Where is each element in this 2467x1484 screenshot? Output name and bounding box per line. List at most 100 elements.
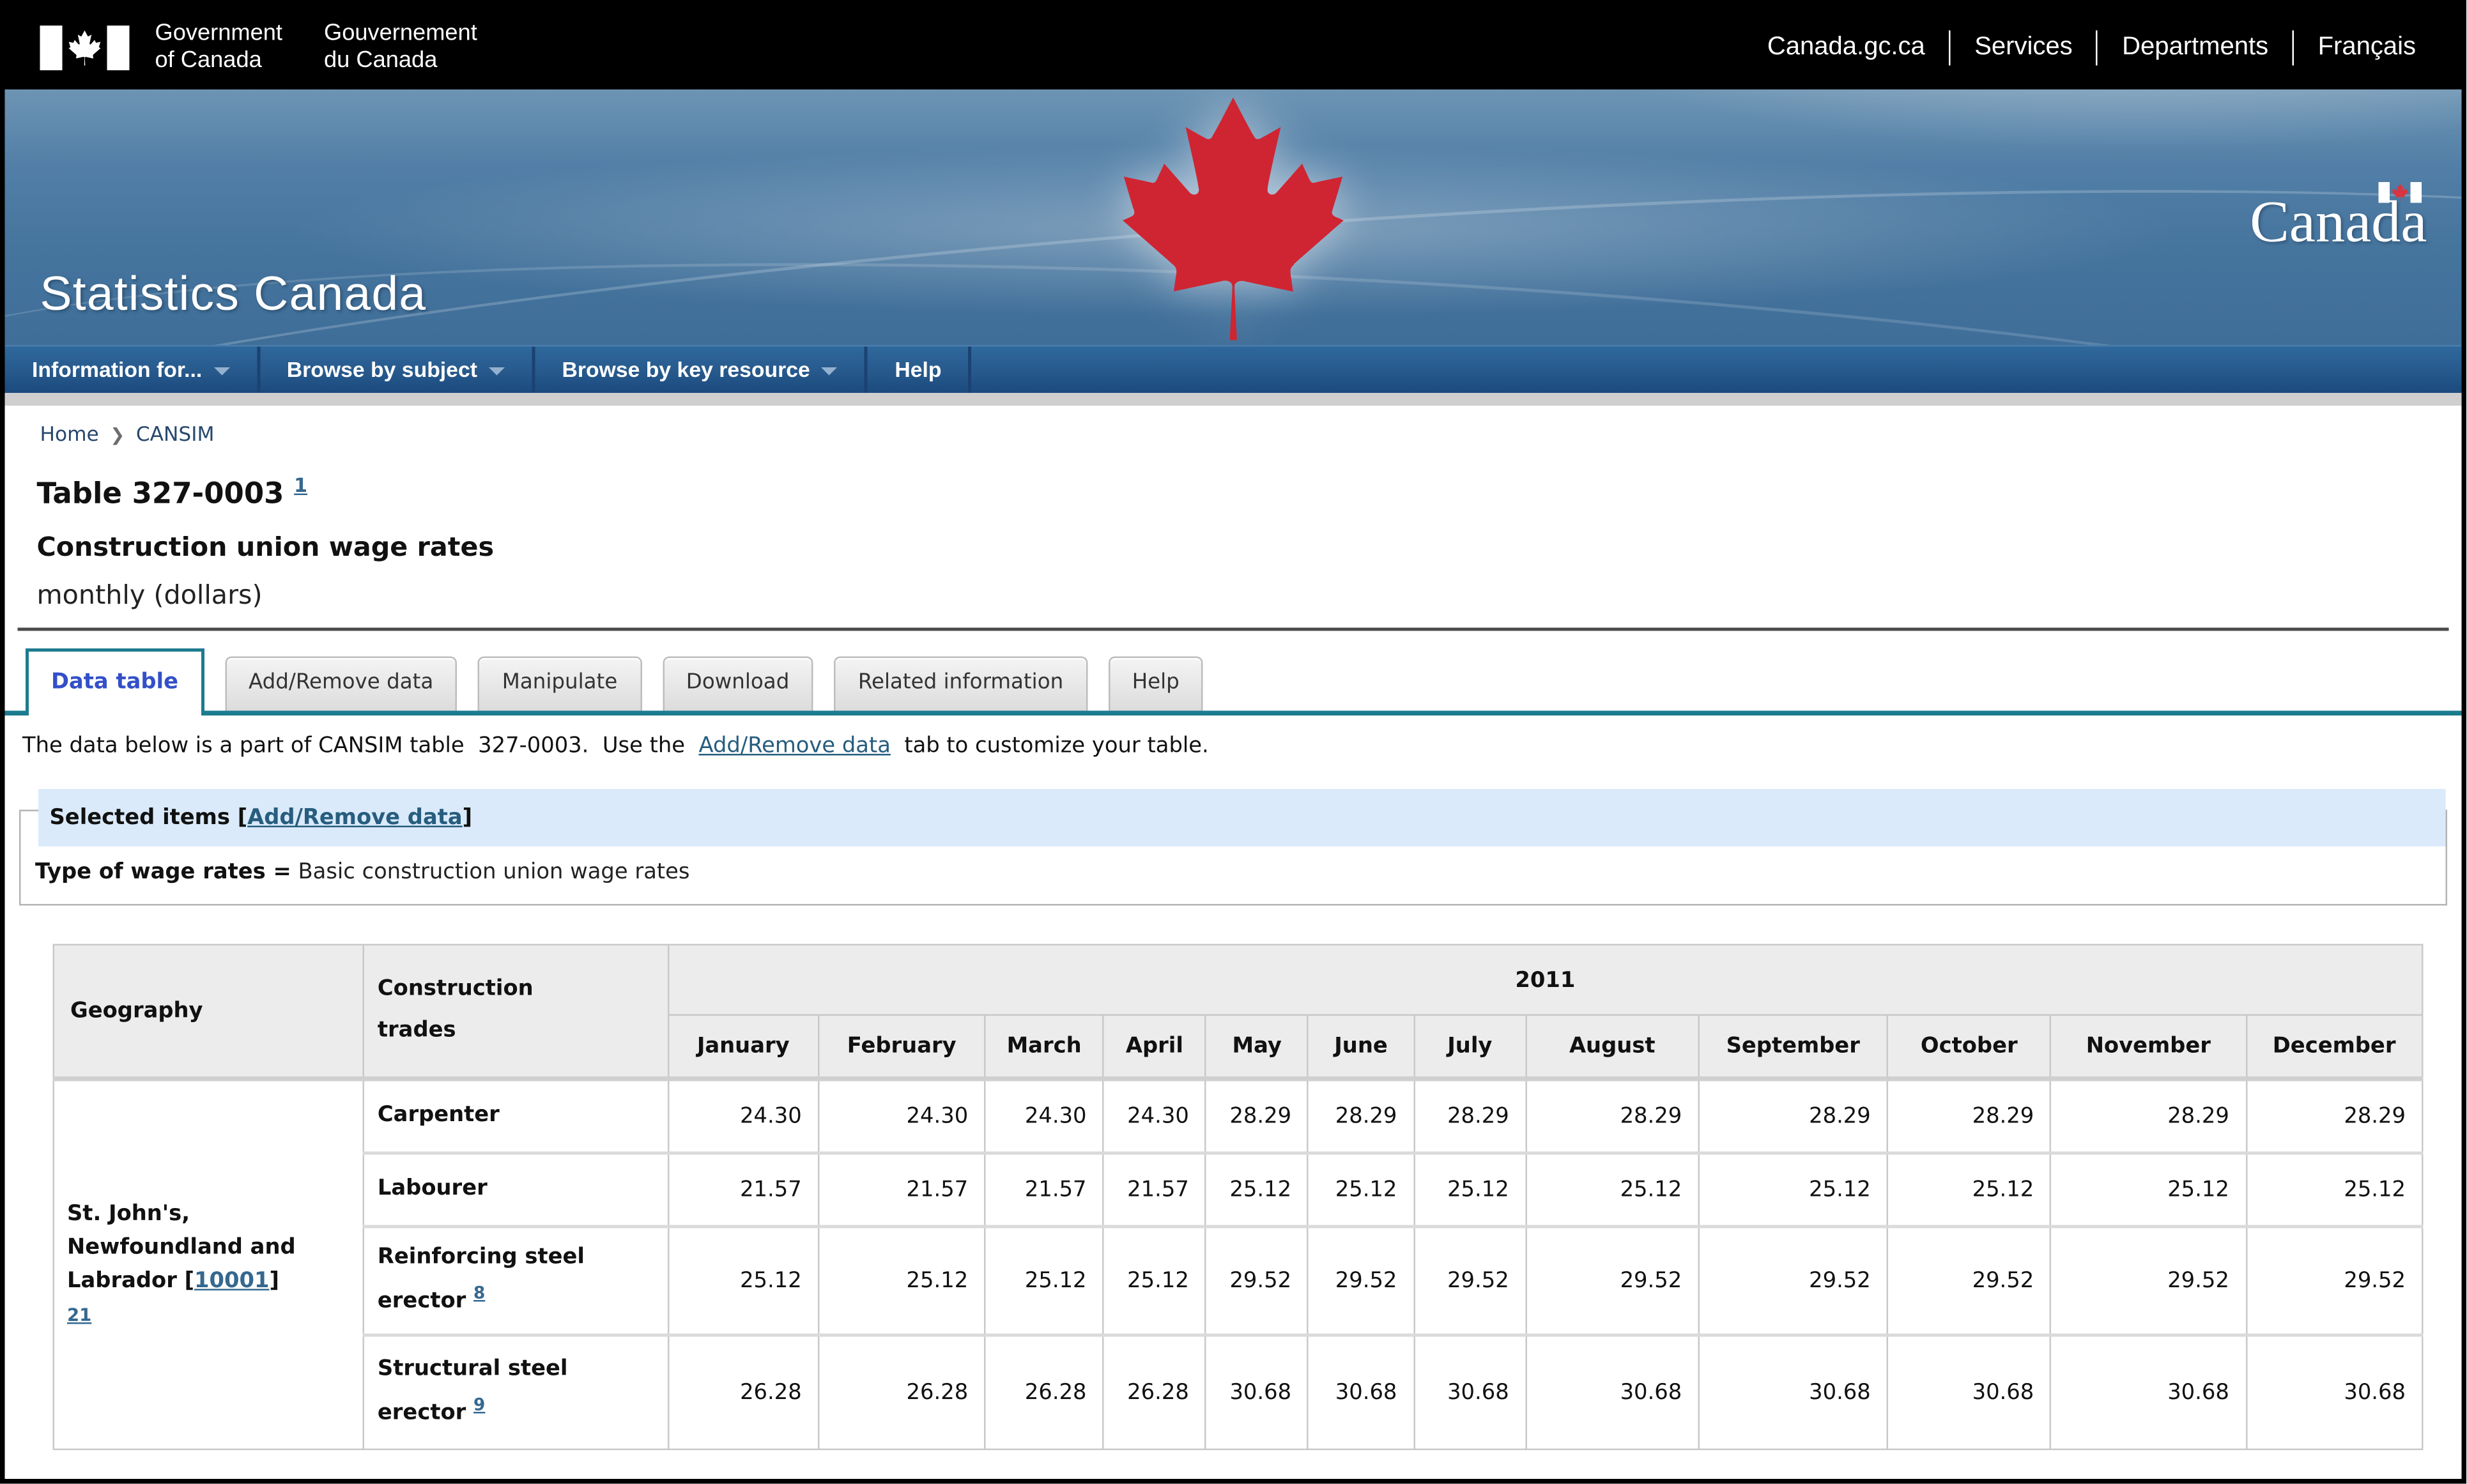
wage-value-cell: 26.28	[1103, 1335, 1206, 1450]
month-header: February	[818, 1015, 985, 1079]
wage-value-cell: 24.30	[985, 1079, 1103, 1152]
geography-code-link[interactable]: 10001	[194, 1268, 269, 1294]
year-header: 2011	[668, 945, 2423, 1015]
tab-data-table[interactable]: Data table	[26, 648, 204, 715]
wage-value-cell: 28.29	[1308, 1079, 1413, 1152]
gov-links: Canada.gc.ca Services Departments França…	[1743, 29, 2440, 65]
wage-value-cell: 29.52	[1414, 1226, 1526, 1335]
tab-download[interactable]: Download	[662, 657, 813, 711]
filter-value: Basic construction union wage rates	[291, 859, 690, 885]
selected-items-box: Selected items [Add/Remove data] Type of…	[19, 810, 2448, 906]
wordmark-flag-bar	[2379, 182, 2390, 203]
table-footnote-link[interactable]: 1	[294, 475, 307, 497]
dropdown-arrow-icon	[821, 367, 837, 376]
wage-value-cell: 28.29	[1206, 1079, 1308, 1152]
link-departments[interactable]: Departments	[2096, 29, 2292, 65]
wordmark-flag-leaf-icon	[2390, 182, 2411, 203]
wage-value-cell: 29.52	[1526, 1226, 1699, 1335]
trade-footnote-link[interactable]: 8	[473, 1283, 485, 1303]
canada-flag-icon	[40, 25, 130, 70]
wage-type-filter: Type of wage rates = Basic construction …	[35, 859, 2446, 885]
wage-value-cell: 21.57	[818, 1152, 985, 1226]
wage-value-cell: 29.52	[1698, 1226, 1887, 1335]
nav-item-label: Browse by key resource	[562, 358, 810, 382]
tab-add-remove-data[interactable]: Add/Remove data	[224, 657, 457, 711]
nav-browse-by-key-resource[interactable]: Browse by key resource	[535, 347, 868, 394]
wage-value-cell: 29.52	[1887, 1226, 2050, 1335]
tab-related-information[interactable]: Related information	[834, 657, 1087, 711]
site-title: Statistics Canada	[40, 268, 427, 323]
tab-bar: Data table Add/Remove data Manipulate Do…	[5, 648, 2463, 715]
table-number-heading: Table 327-0003 1	[37, 470, 2463, 511]
tab-help[interactable]: Help	[1108, 657, 1203, 711]
dropdown-arrow-icon	[213, 367, 229, 376]
nav-help[interactable]: Help	[868, 347, 972, 394]
tab-manipulate[interactable]: Manipulate	[478, 657, 642, 711]
nav-information-for[interactable]: Information for...	[5, 347, 260, 394]
wage-value-cell: 25.12	[1206, 1152, 1308, 1226]
geography-cell: St. John's, Newfoundland and Labrador [1…	[54, 1079, 364, 1450]
intro-after: tab to customize your table.	[891, 733, 1209, 759]
trade-cell: Labourer	[364, 1152, 668, 1226]
month-header: October	[1887, 1015, 2050, 1079]
wage-value-cell: 29.52	[1206, 1226, 1308, 1335]
month-header: June	[1308, 1015, 1413, 1079]
table-row: Structural steel erector 9 26.28 26.28 2…	[54, 1335, 2423, 1450]
link-services[interactable]: Services	[1949, 29, 2096, 65]
selected-add-remove-data-link[interactable]: Add/Remove data	[247, 805, 462, 830]
flag-bar-left	[40, 25, 63, 70]
wage-value-cell: 30.68	[1526, 1335, 1699, 1450]
month-header: September	[1698, 1015, 1887, 1079]
wage-value-cell: 28.29	[1698, 1079, 1887, 1152]
wage-value-cell: 25.12	[2050, 1152, 2246, 1226]
trade-name: Carpenter	[378, 1102, 500, 1128]
nav-browse-by-subject[interactable]: Browse by subject	[259, 347, 535, 394]
wage-value-cell: 30.68	[2050, 1335, 2246, 1450]
wordmark-flag-icon	[2379, 182, 2422, 203]
fip-title-french: Gouvernement du Canada	[324, 20, 477, 74]
nav-item-label: Browse by subject	[287, 358, 477, 382]
fip-title-english: Government of Canada	[155, 20, 282, 74]
wage-value-cell: 25.12	[818, 1226, 985, 1335]
maple-leaf-icon	[63, 25, 107, 70]
trade-cell: Reinforcing steel erector 8	[364, 1226, 668, 1335]
intro-text: The data below is a part of CANSIM table…	[22, 733, 2462, 759]
geography-footnote-link[interactable]: 21	[67, 1304, 91, 1326]
wage-value-cell: 30.68	[1887, 1335, 2050, 1450]
trade-name: Structural steel erector	[378, 1356, 568, 1425]
wage-value-cell: 25.12	[2246, 1152, 2422, 1226]
link-canada-gc-ca[interactable]: Canada.gc.ca	[1743, 29, 1949, 65]
wage-value-cell: 25.12	[1103, 1226, 1206, 1335]
month-header: August	[1526, 1015, 1699, 1079]
wage-value-cell: 25.12	[1526, 1152, 1699, 1226]
wage-value-cell: 28.29	[2246, 1079, 2422, 1152]
wage-value-cell: 28.29	[1414, 1079, 1526, 1152]
nav-item-label: Help	[895, 358, 941, 382]
breadcrumb-home-link[interactable]: Home	[40, 422, 99, 446]
month-header: April	[1103, 1015, 1206, 1079]
wage-rates-table: Geography Construction trades 2011 Janua…	[53, 944, 2424, 1451]
wage-value-cell: 29.52	[2246, 1226, 2422, 1335]
wage-value-cell: 30.68	[1206, 1335, 1308, 1450]
wage-value-cell: 29.52	[1308, 1226, 1413, 1335]
site-banner: Statistics Canada Canada	[5, 89, 2463, 345]
page-subtitle: monthly (dollars)	[37, 580, 2463, 611]
trade-footnote-link[interactable]: 9	[473, 1396, 485, 1415]
wage-value-cell: 28.29	[2050, 1079, 2246, 1152]
wage-value-cell: 26.28	[668, 1335, 818, 1450]
table-number: Table 327-0003	[37, 478, 284, 512]
wage-value-cell: 25.12	[1414, 1152, 1526, 1226]
wordmark-flag-bar	[2411, 182, 2422, 203]
statcan-cansim-page: Government of Canada Gouvernement du Can…	[0, 0, 2467, 1484]
link-francais[interactable]: Français	[2293, 29, 2440, 65]
wage-value-cell: 30.68	[1308, 1335, 1413, 1450]
wage-value-cell: 28.29	[1526, 1079, 1699, 1152]
trades-column-header: Construction trades	[364, 945, 668, 1079]
geography-column-header: Geography	[54, 945, 364, 1079]
wage-value-cell: 24.30	[1103, 1079, 1206, 1152]
month-header: December	[2246, 1015, 2422, 1079]
add-remove-data-link[interactable]: Add/Remove data	[698, 733, 890, 759]
gov-bar: Government of Canada Gouvernement du Can…	[5, 5, 2463, 90]
selected-items-label-end: ]	[463, 805, 472, 830]
main-nav: Information for... Browse by subject Bro…	[5, 345, 2463, 393]
